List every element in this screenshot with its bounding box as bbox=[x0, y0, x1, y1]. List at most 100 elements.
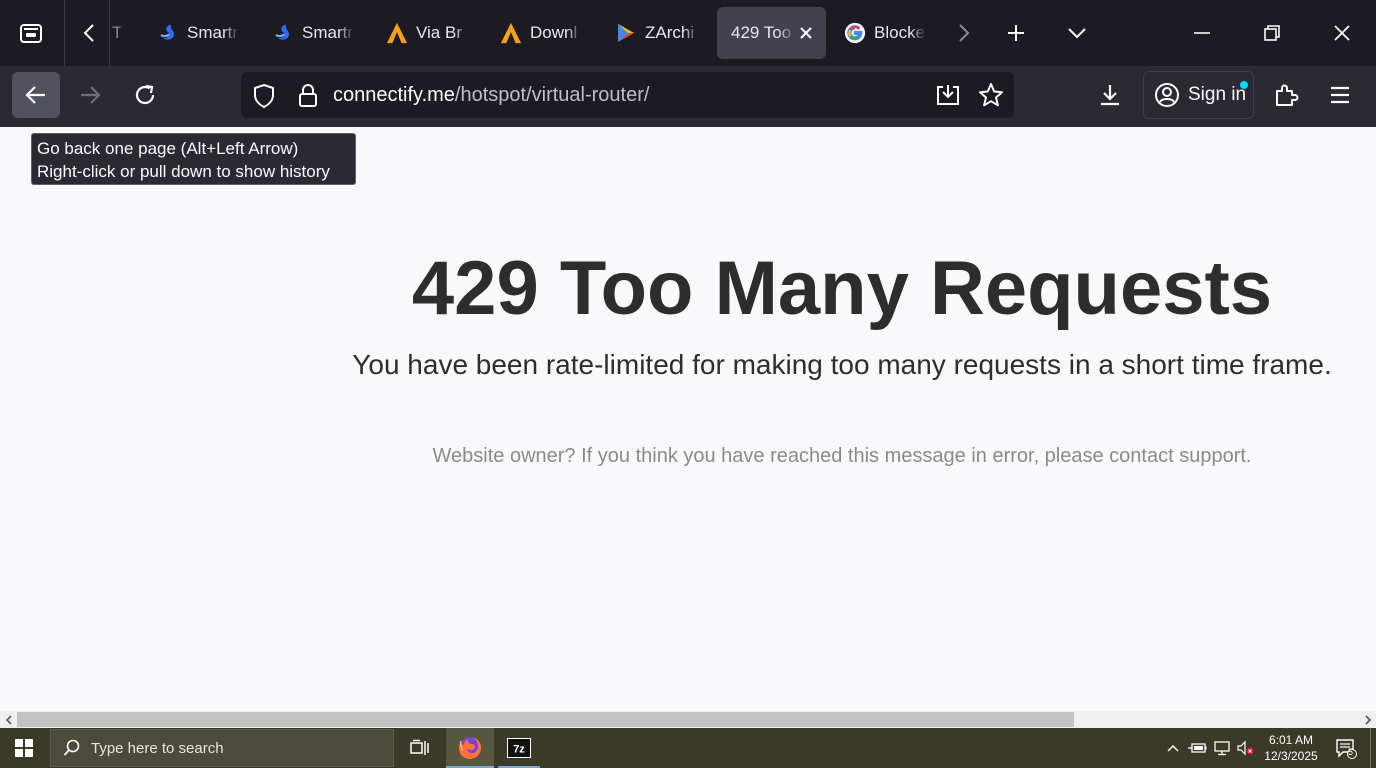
network-tray-button[interactable] bbox=[1211, 728, 1233, 768]
tooltip-line-1: Go back one page (Alt+Left Arrow) bbox=[37, 139, 299, 158]
arrow-left-icon bbox=[25, 86, 45, 104]
svg-text:7z: 7z bbox=[513, 744, 525, 756]
error-description: You have been rate-limited for making to… bbox=[352, 349, 1332, 380]
puzzle-piece-icon bbox=[1276, 84, 1299, 106]
navigation-toolbar: connectify.me/hotspot/virtual-router/ Si… bbox=[0, 66, 1376, 127]
notification-count-badge: 5 bbox=[1348, 747, 1354, 757]
account-icon bbox=[1155, 83, 1179, 107]
start-button[interactable] bbox=[0, 728, 48, 768]
taskbar-firefox-button[interactable] bbox=[446, 728, 494, 768]
clock-time: 6:01 AM bbox=[1268, 733, 1314, 747]
tab-truncated[interactable]: T bbox=[100, 7, 126, 59]
action-center-button[interactable]: 5 bbox=[1330, 728, 1362, 768]
chevron-left-icon bbox=[83, 24, 94, 42]
back-button[interactable] bbox=[12, 72, 60, 118]
chevron-right-icon bbox=[959, 24, 970, 42]
battery-tray-button[interactable] bbox=[1186, 728, 1208, 768]
swan-logo-icon bbox=[272, 22, 294, 44]
tab-429-active[interactable]: 429 Too bbox=[717, 7, 826, 59]
website-owner-note: Website owner? If you think you have rea… bbox=[432, 445, 1252, 467]
tab-label: T bbox=[112, 23, 123, 42]
firefox-logo-icon bbox=[459, 737, 482, 759]
orange-a-logo-icon bbox=[500, 22, 522, 44]
restore-button[interactable] bbox=[1248, 6, 1296, 60]
windows-logo-icon bbox=[15, 739, 33, 757]
tab-label: Downl bbox=[530, 23, 578, 42]
show-desktop-divider[interactable] bbox=[1370, 728, 1371, 768]
tab-divider bbox=[64, 0, 65, 66]
close-window-button[interactable] bbox=[1318, 6, 1366, 60]
tab-strip: T Smartr Smartr Via Br Downl ZArchi 429 … bbox=[0, 0, 1376, 66]
scrollbar-thumb[interactable] bbox=[17, 712, 1074, 727]
tab-label: Smartr bbox=[187, 23, 238, 42]
swan-logo-icon bbox=[157, 22, 179, 44]
tab-via-br[interactable]: Via Br bbox=[372, 7, 476, 59]
7zip-logo-icon: 7z bbox=[507, 738, 531, 758]
google-logo-icon bbox=[844, 22, 866, 44]
taskbar-7zip-button[interactable]: 7z bbox=[498, 728, 540, 768]
notification-dot bbox=[1240, 81, 1248, 89]
arrow-right-icon bbox=[81, 86, 101, 104]
download-icon bbox=[1101, 85, 1119, 106]
tab-label: ZArchi bbox=[645, 23, 695, 42]
url-text[interactable]: connectify.me/hotspot/virtual-router/ bbox=[333, 84, 649, 107]
network-monitor-icon bbox=[1214, 741, 1230, 756]
tab-label: Via Br bbox=[416, 23, 462, 42]
play-logo-icon bbox=[615, 22, 637, 44]
sign-in-button[interactable]: Sign in bbox=[1143, 71, 1254, 119]
reload-icon bbox=[135, 84, 155, 105]
lock-icon[interactable] bbox=[297, 83, 319, 114]
downloads-button[interactable] bbox=[1086, 72, 1134, 118]
orange-a-logo-icon bbox=[386, 22, 408, 44]
clock-date: 12/3/2025 bbox=[1264, 749, 1318, 763]
minimize-icon bbox=[1194, 32, 1210, 34]
windows-taskbar: Type here to search 7z 6:01 AM 12/3/2025… bbox=[0, 728, 1376, 768]
tab-label: Blocke bbox=[874, 23, 926, 42]
close-icon bbox=[1334, 25, 1350, 41]
list-all-tabs-button[interactable] bbox=[1055, 6, 1099, 60]
bookmark-star-icon[interactable] bbox=[978, 82, 1004, 113]
sign-in-label: Sign in bbox=[1188, 84, 1247, 105]
url-path: /hotspot/virtual-router/ bbox=[454, 84, 650, 106]
volume-muted-icon bbox=[1237, 740, 1254, 756]
taskbar-clock[interactable]: 6:01 AM 12/3/2025 bbox=[1256, 732, 1326, 764]
search-placeholder: Type here to search bbox=[91, 739, 224, 757]
forward-button[interactable] bbox=[66, 72, 114, 118]
page-content: 429 Too Many Requests You have been rate… bbox=[0, 127, 1376, 711]
tabs-scroll-right-button[interactable] bbox=[950, 6, 978, 60]
notifications-icon bbox=[1336, 739, 1357, 759]
shield-icon[interactable] bbox=[252, 83, 276, 114]
taskbar-search-box[interactable]: Type here to search bbox=[50, 729, 394, 767]
tab-blocke[interactable]: Blocke bbox=[830, 7, 936, 59]
tab-smartr-2[interactable]: Smartr bbox=[258, 7, 358, 59]
search-icon bbox=[63, 739, 80, 756]
firefox-view-icon bbox=[20, 24, 42, 43]
firefox-view-button[interactable] bbox=[10, 6, 52, 60]
scroll-right-arrow-icon[interactable] bbox=[1361, 713, 1374, 726]
close-icon[interactable] bbox=[799, 26, 813, 40]
task-view-icon bbox=[410, 739, 429, 755]
new-tab-button[interactable] bbox=[994, 6, 1038, 60]
reload-button[interactable] bbox=[121, 72, 169, 118]
battery-plug-icon bbox=[1188, 743, 1207, 753]
show-hidden-icons-button[interactable] bbox=[1164, 728, 1182, 768]
url-domain: connectify.me bbox=[333, 84, 455, 106]
task-view-button[interactable] bbox=[398, 728, 442, 768]
minimize-button[interactable] bbox=[1178, 6, 1226, 60]
scroll-left-arrow-icon[interactable] bbox=[2, 713, 15, 726]
save-page-icon[interactable] bbox=[935, 83, 961, 112]
plus-icon bbox=[1008, 25, 1024, 41]
tab-smartr-1[interactable]: Smartr bbox=[143, 7, 243, 59]
volume-tray-button[interactable] bbox=[1234, 728, 1256, 768]
app-menu-button[interactable] bbox=[1316, 72, 1364, 118]
tab-zarchi[interactable]: ZArchi bbox=[601, 7, 705, 59]
horizontal-scrollbar[interactable] bbox=[0, 711, 1376, 728]
tab-label: 429 Too bbox=[731, 23, 792, 42]
chevron-up-icon bbox=[1167, 745, 1179, 752]
tab-downl[interactable]: Downl bbox=[486, 7, 590, 59]
hamburger-menu-icon bbox=[1331, 86, 1349, 104]
back-button-tooltip: Go back one page (Alt+Left Arrow) Right-… bbox=[31, 133, 356, 185]
address-bar[interactable]: connectify.me/hotspot/virtual-router/ bbox=[241, 72, 1014, 118]
tooltip-line-2: Right-click or pull down to show history bbox=[37, 162, 330, 181]
extensions-button[interactable] bbox=[1262, 72, 1310, 118]
